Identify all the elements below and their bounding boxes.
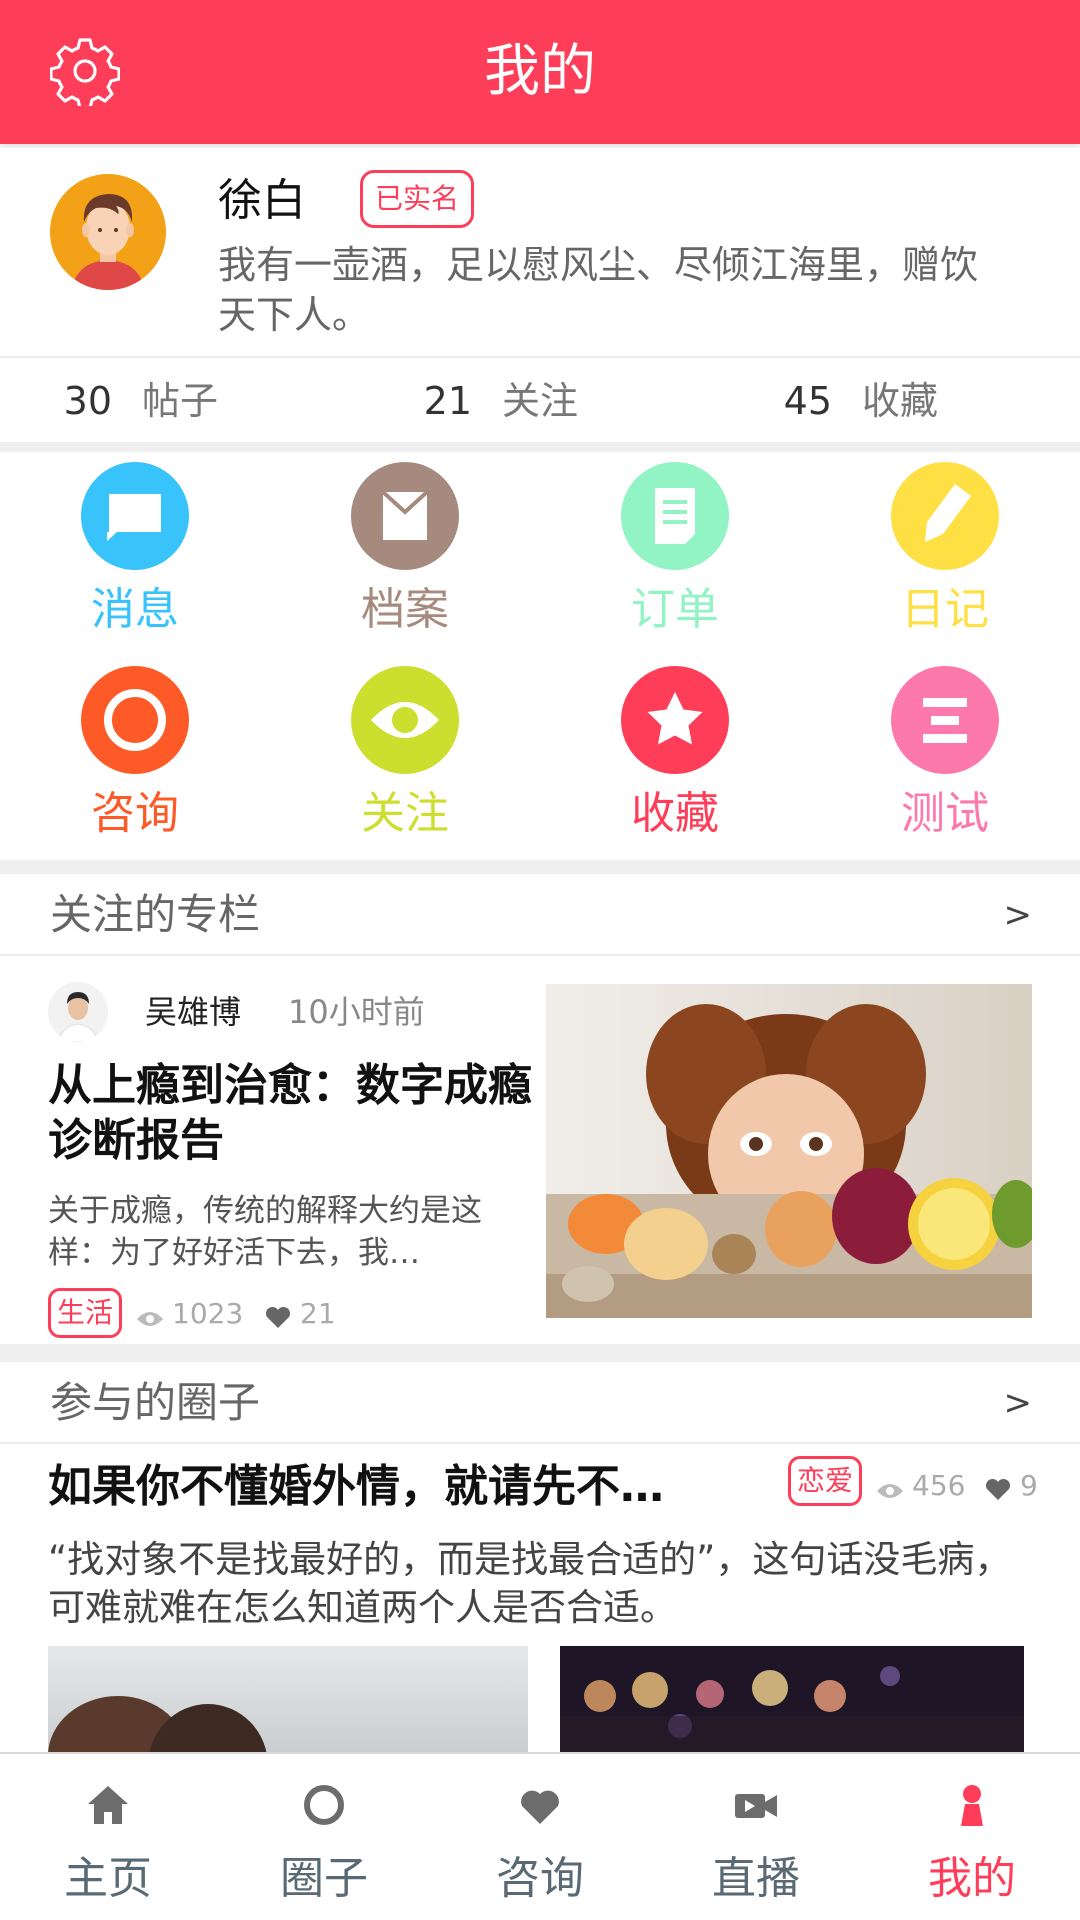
nav-me[interactable]: 我的: [864, 1754, 1080, 1920]
document-icon: [621, 462, 729, 570]
home-icon: [88, 1786, 128, 1824]
post-title: 如果你不懂婚外情，就请先不…: [48, 1461, 664, 1512]
view-count: 456: [876, 1466, 965, 1506]
heart-icon: [985, 1478, 1011, 1500]
more-arrow[interactable]: >: [1004, 1378, 1033, 1428]
star-icon: [621, 666, 729, 774]
nav-home[interactable]: 主页: [0, 1754, 216, 1920]
heart-icon: [265, 1306, 291, 1328]
stat-count: 21: [423, 379, 472, 423]
article-image[interactable]: [546, 984, 1032, 1318]
grid-label: 咨询: [91, 788, 179, 839]
post-time: 10小时前: [288, 993, 425, 1031]
post-image[interactable]: [560, 1646, 1024, 1754]
like-count-value: 9: [1020, 1469, 1038, 1502]
grid-item-consult[interactable]: 咨询: [0, 656, 270, 856]
nav-label: 我的: [928, 1853, 1016, 1904]
grid-item-orders[interactable]: 订单: [540, 452, 810, 652]
stat-label: 收藏: [862, 379, 939, 423]
ring-icon: [81, 666, 189, 774]
like-count: 9: [984, 1466, 1038, 1506]
stat-label: 关注: [502, 379, 579, 423]
grid-label: 关注: [361, 788, 449, 839]
grid-item-test[interactable]: 测试: [810, 656, 1080, 856]
pencil-icon: [891, 462, 999, 570]
stat-count: 45: [783, 379, 832, 423]
post-image[interactable]: [48, 1646, 528, 1754]
nav-circles[interactable]: 圈子: [216, 1754, 432, 1920]
article-title: 从上瘾到治愈：数字成瘾诊断报告: [48, 1060, 532, 1166]
eye-icon: [351, 666, 459, 774]
video-camera-icon: [735, 1794, 777, 1818]
like-count: 21: [264, 1294, 336, 1334]
author-avatar[interactable]: [48, 982, 108, 1042]
section-title: 关注的专栏: [50, 890, 261, 939]
nav-live[interactable]: 直播: [648, 1754, 864, 1920]
eye-icon: [137, 1312, 163, 1326]
stat-following[interactable]: 21 关注: [392, 376, 578, 426]
author-name: 吴雄博: [145, 993, 242, 1031]
nav-consult[interactable]: 咨询: [432, 1754, 648, 1920]
stats-bar: 30 帖子 21 关注 45 收藏: [0, 356, 1080, 442]
person-icon: [961, 1785, 983, 1826]
eye-icon: [877, 1484, 903, 1498]
feature-grid: 消息 档案 订单 日记 咨询 关注 收藏 测试: [0, 452, 1080, 858]
section-header-circles[interactable]: 参与的圈子 >: [0, 1362, 1080, 1444]
nav-label: 圈子: [280, 1853, 368, 1904]
like-count-value: 21: [300, 1297, 336, 1330]
post-desc: “找对象不是找最好的，而是找最合适的”，这句话没毛病，可难就难在怎么知道两个人是…: [48, 1538, 1012, 1629]
grid-item-favorites[interactable]: 收藏: [540, 656, 810, 856]
grid-item-archive[interactable]: 档案: [270, 452, 540, 652]
nav-label: 主页: [64, 1853, 152, 1904]
section-title: 参与的圈子: [50, 1378, 261, 1427]
circle-icon: [304, 1785, 344, 1825]
article-desc: 关于成瘾，传统的解释大约是这样：为了好好活下去，我…: [48, 1193, 482, 1271]
divider: [0, 1344, 1080, 1362]
view-count-value: 456: [912, 1469, 966, 1502]
envelope-icon: [351, 462, 459, 570]
stat-favorites[interactable]: 45 收藏: [752, 376, 938, 426]
view-count: 1023: [136, 1294, 243, 1334]
message-icon: [81, 462, 189, 570]
divider: [0, 860, 1080, 874]
article-tag[interactable]: 生活: [48, 1288, 123, 1338]
view-count-value: 1023: [172, 1297, 244, 1330]
nav-label: 咨询: [496, 1853, 584, 1904]
grid-label: 收藏: [631, 788, 719, 839]
bottom-nav: 主页 圈子 咨询 直播 我的: [0, 1752, 1080, 1920]
profile-card[interactable]: 徐白 已实名 我有一壶酒，足以慰风尘、尽倾江海里，赠饮天下人。: [0, 148, 1080, 354]
more-arrow[interactable]: >: [1004, 890, 1033, 940]
section-header-columns[interactable]: 关注的专栏 >: [0, 874, 1080, 956]
circle-post-card[interactable]: 如果你不懂婚外情，就请先不… 恋爱 456 9 “找对象不是找最好的，而是找最合…: [0, 1444, 1080, 1754]
grid-label: 档案: [361, 584, 449, 635]
app-header: 我的: [0, 0, 1080, 144]
stat-posts[interactable]: 30 帖子: [32, 376, 218, 426]
grid-item-follow[interactable]: 关注: [270, 656, 540, 856]
grid-label: 订单: [631, 584, 719, 635]
user-bio: 我有一壶酒，足以慰风尘、尽倾江海里，赠饮天下人。: [218, 243, 979, 337]
avatar[interactable]: [50, 174, 166, 290]
grid-item-diary[interactable]: 日记: [810, 452, 1080, 652]
nav-label: 直播: [712, 1853, 800, 1904]
verified-badge: 已实名: [360, 170, 475, 228]
stat-count: 30: [63, 379, 112, 423]
grid-label: 消息: [91, 584, 179, 635]
list-icon: [891, 666, 999, 774]
grid-label: 测试: [901, 788, 989, 839]
heart-icon: [521, 1790, 559, 1824]
stat-label: 帖子: [142, 379, 219, 423]
page-title: 我的: [484, 39, 596, 104]
article-card[interactable]: 吴雄博 10小时前 从上瘾到治愈：数字成瘾诊断报告 关于成瘾，传统的解释大约是这…: [0, 958, 1080, 1344]
post-tag[interactable]: 恋爱: [788, 1456, 863, 1506]
divider: [0, 442, 1080, 452]
user-name: 徐白: [218, 175, 306, 226]
grid-label: 日记: [901, 584, 989, 635]
grid-item-messages[interactable]: 消息: [0, 452, 270, 652]
